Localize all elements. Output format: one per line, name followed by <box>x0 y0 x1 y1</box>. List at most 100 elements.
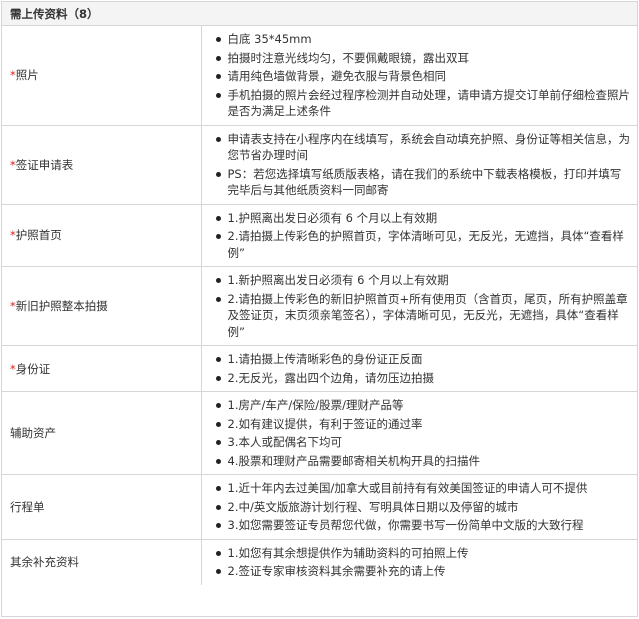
material-label: 行程单 <box>10 499 45 514</box>
material-requirements-cell: 1.近十年内去过美国/加拿大或目前持有有效美国签证的申请人可不提供 2.中/英文版… <box>201 474 637 540</box>
material-row: 辅助资产 1.房产/车产/保险/股票/理财产品等 2.如有建议提供，有利于签证的通过… <box>2 391 637 475</box>
requirement-list: 1.近十年内去过美国/加拿大或目前持有有效美国签证的申请人可不提供 2.中/英文版… <box>214 480 632 534</box>
requirement-item: 1.请拍摄上传清晰彩色的身份证正反面 <box>214 351 632 368</box>
material-requirements-cell: 1.请拍摄上传清晰彩色的身份证正反面 2.无反光，露出四个边角，请勿压边拍摄 <box>201 345 637 392</box>
bullet-icon <box>215 440 221 445</box>
bullet-icon <box>215 504 221 510</box>
requirement-item: PS：若您选择填写纸质版表格，请在我们的系统中下载表格模板，打印并填写完毕后与其… <box>214 166 632 199</box>
material-requirements-cell: 1.房产/车产/保险/股票/理财产品等 2.如有建议提供，有利于签证的通过率 3.本… <box>201 391 637 475</box>
material-row: 行程单 1.近十年内去过美国/加拿大或目前持有有效美国签证的申请人可不提供 2.中/… <box>2 474 637 540</box>
requirement-item: 2.签证专家审核资料其余需要补充的请上传 <box>214 563 632 580</box>
requirement-item: 1.近十年内去过美国/加拿大或目前持有有效美国签证的申请人可不提供 <box>214 480 632 497</box>
bullet-icon <box>215 278 221 283</box>
bullet-icon <box>215 523 221 528</box>
requirement-list: 1.新护照离出发日必须有 6 个月以上有效期 2.请拍摄上传彩色的新旧护照首页+所… <box>214 272 632 340</box>
bullet-icon <box>215 550 221 556</box>
requirement-text: 1.如您有其余想提供作为辅助资料的可拍照上传 <box>227 545 469 560</box>
bullet-icon <box>215 421 221 427</box>
requirement-item: 2.请拍摄上传彩色的护照首页，字体清晰可见，无反光，无遮挡，具体“查看样例” <box>214 228 632 261</box>
bullet-icon <box>215 92 221 98</box>
material-requirements-cell: 申请表支持在小程序内在线填写，系统会自动填充护照、身份证等相关信息，为您节省办理… <box>201 125 637 205</box>
requirement-item: 申请表支持在小程序内在线填写，系统会自动填充护照、身份证等相关信息，为您节省办理… <box>214 131 632 164</box>
material-label-cell: *签证申请表 <box>2 125 202 205</box>
material-label: 其余补充资料 <box>10 555 79 569</box>
material-requirements-cell: 1.护照离出发日必须有 6 个月以上有效期 2.请拍摄上传彩色的护照首页，字体清晰… <box>201 204 637 267</box>
requirement-list: 白底 35*45mm 拍摄时注意光线均匀，不要佩戴眼镜，露出双耳 请用纯色墙做背景，… <box>214 31 632 120</box>
material-label-cell: *护照首页 <box>2 204 202 267</box>
requirement-text: 1.房产/车产/保险/股票/理财产品等 <box>227 398 404 412</box>
material-label-cell: 辅助资产 <box>2 391 202 475</box>
requirement-text: PS：若您选择填写纸质版表格，请在我们的系统中下载表格模板，打印并填写完毕后与其… <box>227 166 622 198</box>
requirement-item: 请用纯色墙做背景，避免衣服与背景色相同 <box>214 68 632 85</box>
requirement-text: 3.本人或配偶名下均可 <box>227 435 342 449</box>
bullet-icon <box>215 458 221 464</box>
bullet-icon <box>215 74 221 79</box>
bullet-icon <box>215 569 221 574</box>
panel-title: 需上传资料（8） <box>2 2 637 26</box>
requirement-list: 1.护照离出发日必须有 6 个月以上有效期 2.请拍摄上传彩色的护照首页，字体清晰… <box>214 210 632 262</box>
material-label: 身份证 <box>15 361 51 376</box>
material-row: *新旧护照整本拍摄 1.新护照离出发日必须有 6 个月以上有效期 2.请拍摄上传彩色… <box>2 266 637 346</box>
requirement-text: 2.如有建议提供，有利于签证的通过率 <box>227 416 423 431</box>
requirement-text: 2.签证专家审核资料其余需要补充的请上传 <box>227 564 446 578</box>
material-label-cell: *照片 <box>2 26 202 126</box>
material-row: *身份证 1.请拍摄上传清晰彩色的身份证正反面 2.无反光，露出四个边角，请勿压边拍… <box>2 345 637 392</box>
bullet-icon <box>215 215 221 221</box>
requirement-text: 申请表支持在小程序内在线填写，系统会自动填充护照、身份证等相关信息，为您节省办理… <box>227 131 631 163</box>
requirement-text: 2.请拍摄上传彩色的护照首页，字体清晰可见，无反光，无遮挡，具体“查看样例” <box>227 229 624 260</box>
material-row: *照片 白底 35*45mm 拍摄时注意光线均匀，不要佩戴眼镜，露出双耳 请用纯色墙做… <box>2 26 637 126</box>
material-requirements-cell: 1.如您有其余想提供作为辅助资料的可拍照上传 2.签证专家审核资料其余需要补充的请… <box>201 539 637 585</box>
bullet-icon <box>215 55 221 61</box>
requirement-item: 1.房产/车产/保险/股票/理财产品等 <box>214 397 632 414</box>
bullet-icon <box>215 136 221 142</box>
requirement-list: 1.房产/车产/保险/股票/理财产品等 2.如有建议提供，有利于签证的通过率 3.本… <box>214 397 632 469</box>
requirement-text: 拍摄时注意光线均匀，不要佩戴眼镜，露出双耳 <box>227 50 470 65</box>
requirement-item: 1.如您有其余想提供作为辅助资料的可拍照上传 <box>214 545 632 562</box>
material-label: 辅助资产 <box>10 426 56 440</box>
requirement-text: 3.如您需要签证专员帮您代做，你需要书写一份简单中文版的大致行程 <box>227 518 584 532</box>
requirement-item: 2.无反光，露出四个边角，请勿压边拍摄 <box>214 370 632 387</box>
material-label: 签证申请表 <box>15 157 74 172</box>
material-row: *护照首页 1.护照离出发日必须有 6 个月以上有效期 2.请拍摄上传彩色的护照首页… <box>2 204 637 267</box>
materials-table-body: *照片 白底 35*45mm 拍摄时注意光线均匀，不要佩戴眼镜，露出双耳 请用纯色墙做… <box>2 26 637 585</box>
requirement-list: 申请表支持在小程序内在线填写，系统会自动填充护照、身份证等相关信息，为您节省办理… <box>214 131 632 199</box>
requirement-text: 1.请拍摄上传清晰彩色的身份证正反面 <box>227 352 423 366</box>
material-requirements-cell: 1.新护照离出发日必须有 6 个月以上有效期 2.请拍摄上传彩色的新旧护照首页+所… <box>201 266 637 346</box>
bullet-icon <box>215 375 221 381</box>
requirement-text: 2.中/英文版旅游计划行程、写明具体日期以及停留的城市 <box>227 499 519 514</box>
requirement-item: 白底 35*45mm <box>214 31 632 48</box>
material-requirements-cell: 白底 35*45mm 拍摄时注意光线均匀，不要佩戴眼镜，露出双耳 请用纯色墙做背景，… <box>201 26 637 126</box>
material-label-cell: *新旧护照整本拍摄 <box>2 266 202 346</box>
requirement-text: 1.近十年内去过美国/加拿大或目前持有有效美国签证的申请人可不提供 <box>227 481 588 495</box>
material-label-cell: 行程单 <box>2 474 202 540</box>
requirement-item: 2.请拍摄上传彩色的新旧护照首页+所有使用页（含首页，尾页，所有护照盖章及签证页… <box>214 291 632 341</box>
materials-panel: 需上传资料（8） *照片 白底 35*45mm 拍摄时注意光线均匀，不要佩戴眼镜，露… <box>1 1 638 617</box>
requirement-item: 3.如您需要签证专员帮您代做，你需要书写一份简单中文版的大致行程 <box>214 517 632 534</box>
requirement-item: 手机拍摄的照片会经过程序检测并自动处理，请申请方提交订单前仔细检查照片是否为满足… <box>214 87 632 120</box>
material-label: 新旧护照整本拍摄 <box>15 299 108 313</box>
requirement-text: 4.股票和理财产品需要邮寄相关机构开具的扫描件 <box>227 453 480 468</box>
requirement-text: 白底 35*45mm <box>227 32 312 46</box>
requirement-item: 1.新护照离出发日必须有 6 个月以上有效期 <box>214 272 632 289</box>
material-label-cell: *身份证 <box>2 345 202 392</box>
bullet-icon <box>215 357 221 362</box>
material-row: 其余补充资料 1.如您有其余想提供作为辅助资料的可拍照上传 2.签证专家审核资料其余… <box>2 539 637 585</box>
requirement-text: 请用纯色墙做背景，避免衣服与背景色相同 <box>227 69 447 83</box>
bullet-icon <box>215 37 221 42</box>
bullet-icon <box>215 296 221 302</box>
materials-table: *照片 白底 35*45mm 拍摄时注意光线均匀，不要佩戴眼镜，露出双耳 请用纯色墙做… <box>2 26 637 585</box>
requirement-item: 4.股票和理财产品需要邮寄相关机构开具的扫描件 <box>214 453 632 470</box>
requirement-item: 1.护照离出发日必须有 6 个月以上有效期 <box>214 210 632 227</box>
requirement-text: 1.护照离出发日必须有 6 个月以上有效期 <box>227 210 438 225</box>
requirement-list: 1.如您有其余想提供作为辅助资料的可拍照上传 2.签证专家审核资料其余需要补充的请… <box>214 545 632 580</box>
requirement-item: 3.本人或配偶名下均可 <box>214 434 632 451</box>
bullet-icon <box>215 403 221 408</box>
requirement-text: 2.请拍摄上传彩色的新旧护照首页+所有使用页（含首页，尾页，所有护照盖章及签证页… <box>227 291 628 339</box>
requirement-item: 2.中/英文版旅游计划行程、写明具体日期以及停留的城市 <box>214 499 632 516</box>
requirement-item: 2.如有建议提供，有利于签证的通过率 <box>214 416 632 433</box>
requirement-list: 1.请拍摄上传清晰彩色的身份证正反面 2.无反光，露出四个边角，请勿压边拍摄 <box>214 351 632 386</box>
bullet-icon <box>215 234 221 239</box>
material-label-cell: 其余补充资料 <box>2 539 202 585</box>
bullet-icon <box>215 171 221 177</box>
material-row: *签证申请表 申请表支持在小程序内在线填写，系统会自动填充护照、身份证等相关信息，… <box>2 125 637 205</box>
